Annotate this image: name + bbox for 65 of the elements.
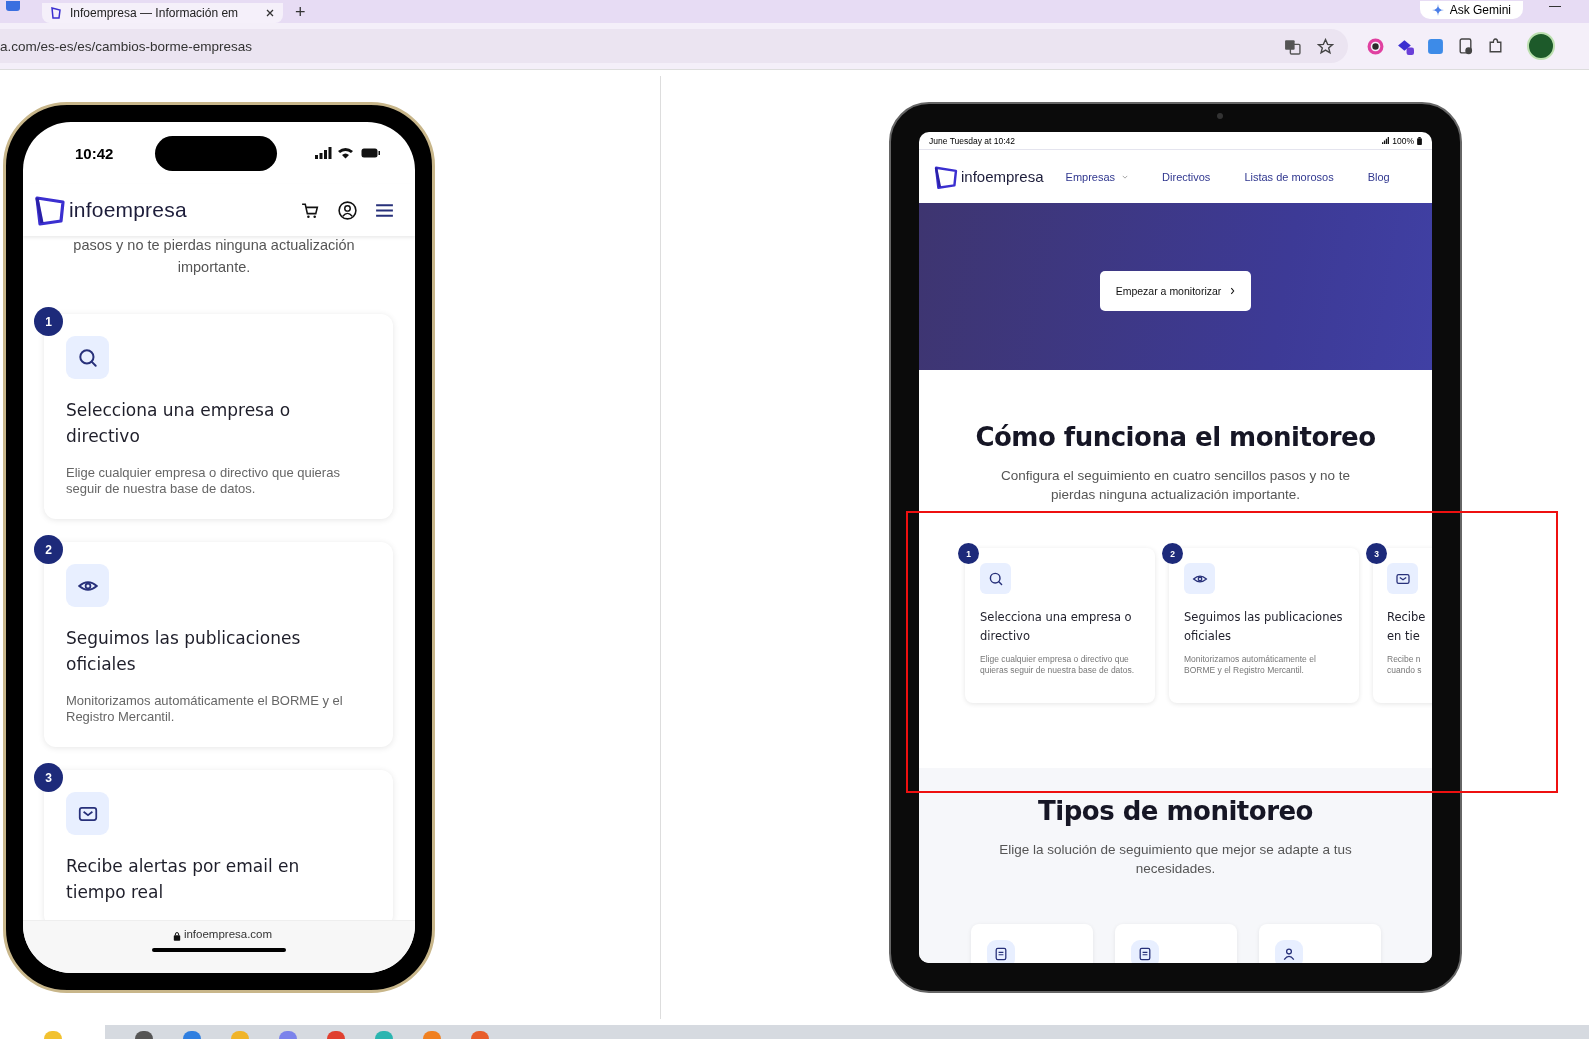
- search-icon: [76, 346, 99, 369]
- chevron-icon: [1230, 286, 1236, 295]
- logo-icon: [33, 193, 67, 227]
- star-icon[interactable]: [1317, 37, 1334, 55]
- extension-icon[interactable]: [1457, 37, 1474, 55]
- battery-icon: [361, 148, 381, 158]
- step-description: Recibe n cuando s: [1387, 654, 1423, 676]
- translate-icon[interactable]: [1284, 37, 1301, 55]
- status-date: June Tuesday at 10:42: [929, 135, 1015, 146]
- step-title: Selecciona una empresa o directivo: [66, 399, 292, 448]
- step-title: Selecciona una empresa o directivo: [980, 609, 1133, 645]
- color-ring-icon[interactable]: [1367, 37, 1384, 55]
- section-subtitle: Configura el seguimiento en cuatro sencillos pasos y no te pierdas ninguna actualización importante.: [1000, 467, 1351, 504]
- lock-icon: [173, 931, 181, 941]
- intro-text: pasos y no te pierdas ninguna actualización importante.: [72, 236, 356, 277]
- logo-text[interactable]: infoempresa: [961, 168, 1044, 185]
- search-icon: [987, 570, 1004, 587]
- status-time: 10:42: [75, 144, 115, 162]
- nav-link[interactable]: Empresas: [1065, 170, 1129, 183]
- step-number: 2: [1162, 543, 1183, 564]
- step-description: Monitorizamos automáticamente el BORME y el Registro Mercantil.: [1184, 654, 1317, 676]
- logo-text[interactable]: infoempresa: [69, 198, 187, 222]
- url-text[interactable]: infoempresa.com: [183, 928, 273, 940]
- nav-link[interactable]: Blog: [1367, 170, 1390, 183]
- signal-icon: [315, 146, 332, 160]
- step-number: 2: [34, 535, 63, 564]
- app-icon[interactable]: [471, 1031, 489, 1039]
- signal-icon: [1382, 137, 1390, 144]
- step-number: 3: [1366, 543, 1387, 564]
- step-number: 1: [34, 307, 63, 336]
- browser-tab[interactable]: Infoempresa — Información em: [42, 3, 283, 23]
- document-icon: [993, 946, 1009, 962]
- app-icon[interactable]: [135, 1031, 153, 1039]
- puzzle-icon[interactable]: [1487, 37, 1504, 55]
- address-bar[interactable]: a.com/es-es/es/cambios-borme-empresas: [0, 29, 1348, 63]
- app-icon[interactable]: [327, 1031, 345, 1039]
- nav-link[interactable]: Directivos: [1162, 170, 1211, 183]
- avatar-icon[interactable]: [1527, 32, 1555, 60]
- wifi-icon: [338, 147, 353, 159]
- logo-icon: [50, 7, 62, 19]
- app-icon[interactable]: [183, 1031, 201, 1039]
- step-title: Seguimos las publicaciones oficiales: [66, 627, 302, 676]
- section-title: Tipos de monitoreo: [1037, 796, 1314, 826]
- close-icon[interactable]: [265, 8, 275, 18]
- new-tab-button[interactable]: +: [295, 3, 306, 21]
- step-title: Seguimos las publicaciones oficiales: [1184, 609, 1344, 645]
- step-title: Recibe en tie: [1387, 609, 1427, 645]
- camera-dot: [1217, 113, 1223, 119]
- battery-percent: 100%: [1392, 135, 1414, 146]
- extension-icon[interactable]: [1397, 37, 1414, 55]
- start-monitoring-button[interactable]: Empezar a monitorizar: [1099, 270, 1252, 311]
- step-number: 3: [34, 763, 63, 792]
- ask-gemini-button[interactable]: Ask Gemini: [1419, 1, 1523, 19]
- section-title: Cómo funciona el monitoreo: [974, 422, 1377, 452]
- step-description: Elige cualquier empresa o directivo que quieras seguir de nuestra base de datos.: [980, 654, 1136, 676]
- step-title: Recibe alertas por email en tiempo real: [66, 855, 301, 904]
- step-number: 1: [958, 543, 979, 564]
- document-icon: [1137, 946, 1153, 962]
- user-icon[interactable]: [337, 199, 358, 221]
- step-description: Monitorizamos automáticamente el BORME y el Registro Mercantil.: [66, 693, 344, 725]
- nav-link[interactable]: Listas de morosos: [1244, 170, 1334, 183]
- battery-icon: [1417, 136, 1422, 145]
- person-icon: [1281, 946, 1297, 962]
- step-description: Elige cualquier empresa o directivo que quieras seguir de nuestra base de datos.: [66, 465, 341, 497]
- section-subtitle: Elige la solución de seguimiento que mejor se adapte a tus necesidades.: [998, 841, 1353, 878]
